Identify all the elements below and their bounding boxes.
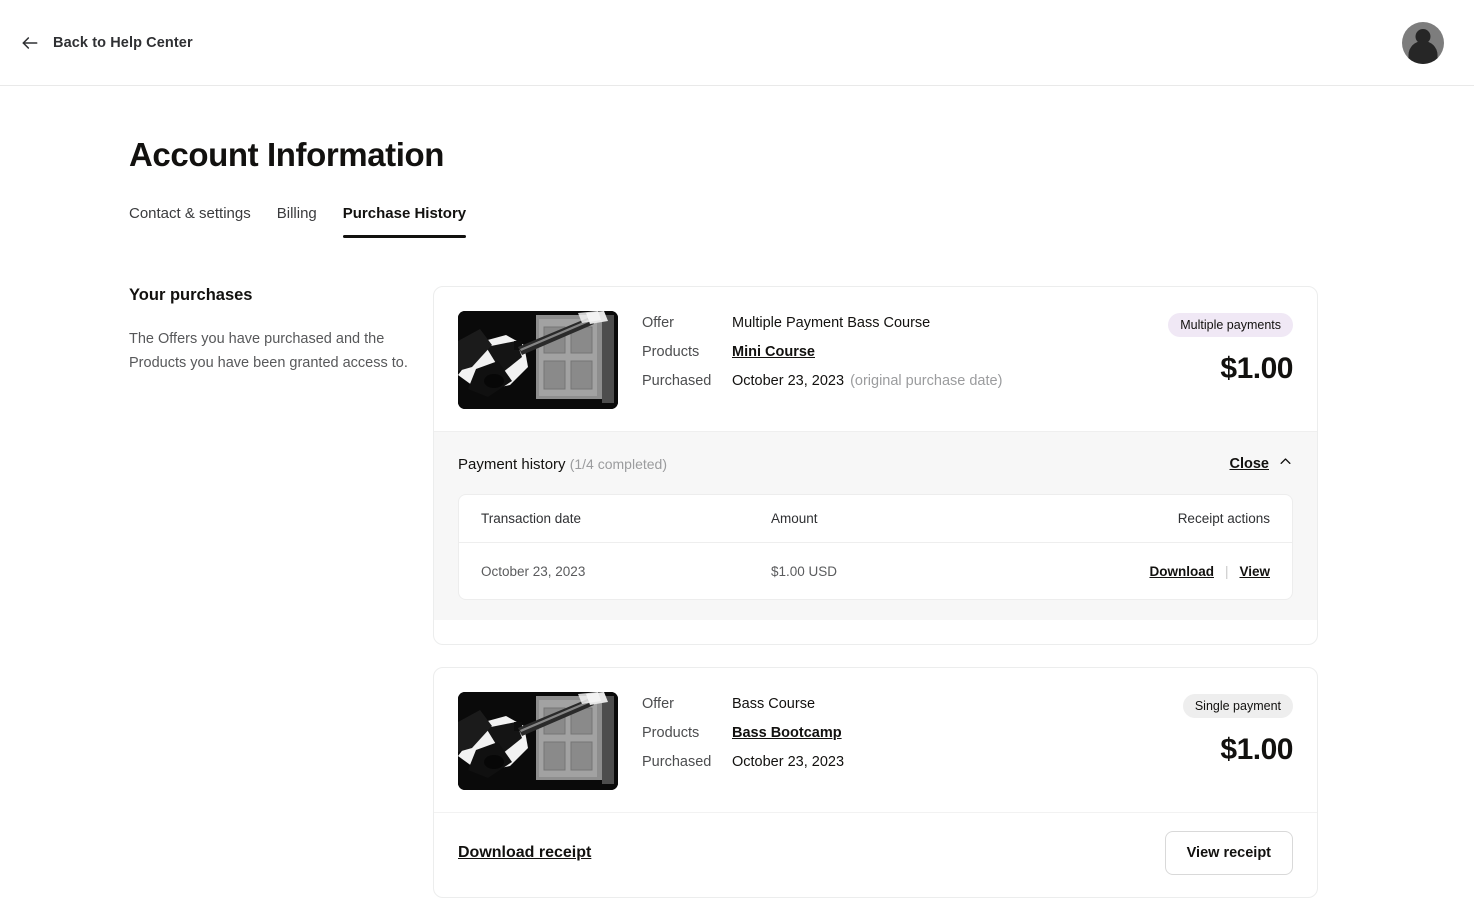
status-badge: Multiple payments xyxy=(1168,313,1293,337)
offer-label: Offer xyxy=(642,315,674,331)
page-content: Account Information Contact & settings B… xyxy=(0,136,1474,920)
chevron-up-icon xyxy=(1278,454,1293,474)
table-header-row: Transaction date Amount Receipt actions xyxy=(459,495,1292,543)
detail-row-products: Products Bass Bootcamp xyxy=(642,725,1143,741)
purchase-card: Offer Multiple Payment Bass Course Produ… xyxy=(433,286,1318,645)
product-link[interactable]: Bass Bootcamp xyxy=(732,725,842,741)
download-receipt-link[interactable]: Download xyxy=(1149,564,1214,579)
purchased-note: (original purchase date) xyxy=(850,373,1003,389)
tab-contact-settings[interactable]: Contact & settings xyxy=(129,205,251,238)
download-receipt-link[interactable]: Download receipt xyxy=(458,844,591,862)
view-receipt-link[interactable]: View xyxy=(1239,564,1270,579)
product-thumbnail xyxy=(458,311,618,409)
purchase-details: Offer Multiple Payment Bass Course Produ… xyxy=(642,311,1143,409)
cell-receipt-actions: Download | View xyxy=(1149,564,1270,579)
tab-bar: Contact & settings Billing Purchase Hist… xyxy=(129,205,1474,238)
detail-row-offer: Offer Bass Course xyxy=(642,696,1143,712)
offer-label: Offer xyxy=(642,696,674,712)
tab-billing[interactable]: Billing xyxy=(277,205,317,238)
content-columns: Your purchases The Offers you have purch… xyxy=(129,286,1474,920)
top-bar: Back to Help Center xyxy=(0,0,1474,86)
arrow-left-icon xyxy=(20,33,40,53)
offer-value: Bass Course xyxy=(732,696,816,712)
payment-history-panel: Payment history (1/4 completed) Close Tr… xyxy=(434,431,1317,620)
product-thumbnail xyxy=(458,692,618,790)
purchase-price: $1.00 xyxy=(1220,352,1293,385)
purchase-card-footer: Download receipt View receipt xyxy=(434,812,1317,897)
avatar-body xyxy=(1408,40,1438,64)
cell-transaction-date: October 23, 2023 xyxy=(481,563,586,579)
close-label: Close xyxy=(1229,456,1270,472)
payment-history-header: Payment history (1/4 completed) Close xyxy=(458,454,1293,474)
payment-history-progress: (1/4 completed) xyxy=(569,455,667,472)
avatar[interactable] xyxy=(1402,21,1444,64)
payment-history-title: Payment history (1/4 completed) xyxy=(458,456,667,473)
purchase-meta: Single payment $1.00 xyxy=(1143,692,1293,790)
purchase-summary: Offer Multiple Payment Bass Course Produ… xyxy=(434,287,1317,431)
card-bottom-spacer xyxy=(434,620,1317,644)
detail-row-offer: Offer Multiple Payment Bass Course xyxy=(642,315,1143,331)
purchase-meta: Multiple payments $1.00 xyxy=(1143,311,1293,409)
sidebar-description: The Offers you have purchased and the Pr… xyxy=(129,331,408,371)
purchase-list: Offer Multiple Payment Bass Course Produ… xyxy=(433,286,1318,920)
purchased-value: October 23, 2023 xyxy=(732,754,845,770)
status-badge: Single payment xyxy=(1182,694,1293,718)
column-amount: Amount xyxy=(771,511,818,526)
products-label: Products xyxy=(642,344,700,360)
purchase-details: Offer Bass Course Products Bass Bootcamp… xyxy=(642,692,1143,790)
purchase-card: Offer Bass Course Products Bass Bootcamp… xyxy=(433,667,1318,898)
purchased-value: October 23, 2023 xyxy=(732,373,845,389)
purchased-label: Purchased xyxy=(642,754,712,770)
sidebar-heading: Your purchases xyxy=(129,286,253,304)
offer-value: Multiple Payment Bass Course xyxy=(732,315,931,331)
page-title: Account Information xyxy=(129,136,445,173)
products-label: Products xyxy=(642,725,700,741)
detail-row-purchased: Purchased October 23, 2023 xyxy=(642,754,1143,770)
detail-row-products: Products Mini Course xyxy=(642,344,1143,360)
purchases-sidebar: Your purchases The Offers you have purch… xyxy=(129,286,433,920)
back-to-help-center-link[interactable]: Back to Help Center xyxy=(16,27,197,59)
action-separator: | xyxy=(1224,563,1229,579)
detail-row-purchased: Purchased October 23, 2023 (original pur… xyxy=(642,373,1143,389)
bass-guitar-photo xyxy=(458,692,618,790)
purchase-price: $1.00 xyxy=(1220,733,1293,766)
product-link[interactable]: Mini Course xyxy=(732,344,815,360)
view-receipt-button[interactable]: View receipt xyxy=(1164,831,1293,875)
payment-history-table: Transaction date Amount Receipt actions … xyxy=(458,494,1293,600)
payment-history-label: Payment history xyxy=(458,455,566,473)
purchase-summary: Offer Bass Course Products Bass Bootcamp… xyxy=(434,668,1317,812)
bass-guitar-photo xyxy=(458,311,618,409)
table-row: October 23, 2023 $1.00 USD Download | Vi… xyxy=(459,543,1292,599)
tab-purchase-history[interactable]: Purchase History xyxy=(342,205,467,238)
column-receipt-actions: Receipt actions xyxy=(1177,511,1270,526)
back-link-label: Back to Help Center xyxy=(53,34,193,51)
purchased-label: Purchased xyxy=(642,373,712,389)
column-transaction-date: Transaction date xyxy=(481,511,582,526)
cell-amount: $1.00 USD xyxy=(771,563,838,579)
close-payment-history-button[interactable]: Close xyxy=(1230,454,1294,474)
